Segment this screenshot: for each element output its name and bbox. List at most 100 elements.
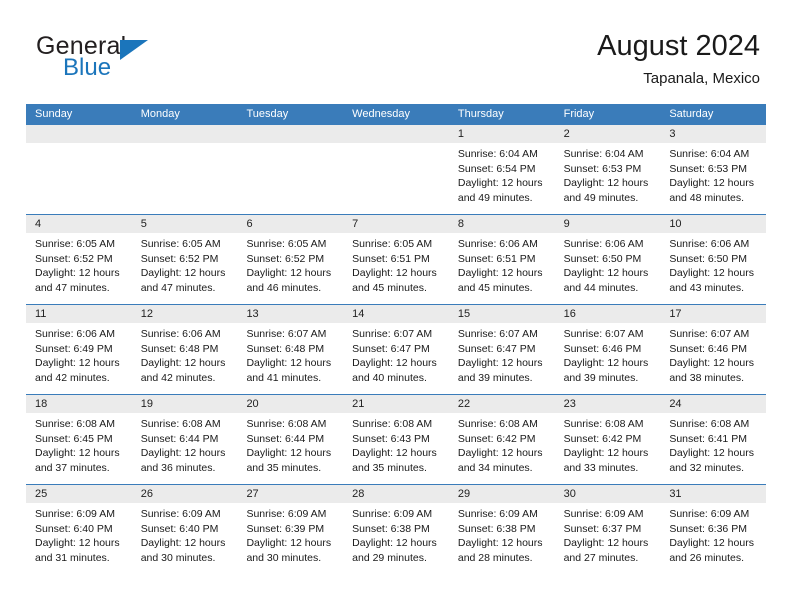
day-cell[interactable]: 7 Sunrise: 6:05 AM Sunset: 6:51 PM Daylight… <box>343 215 449 304</box>
day-cell[interactable]: 9 Sunrise: 6:06 AM Sunset: 6:50 PM Daylight… <box>554 215 661 304</box>
day-detail-line: and 49 minutes. <box>457 191 533 204</box>
day-detail-line: Sunset: 6:51 PM <box>352 252 430 265</box>
day-number: 2 <box>554 125 661 143</box>
day-number <box>237 125 344 143</box>
day-detail-line: and 41 minutes. <box>246 371 322 384</box>
day-cell[interactable]: 4 Sunrise: 6:05 AM Sunset: 6:52 PM Daylight… <box>26 215 132 304</box>
day-detail-line: Sunrise: 6:05 AM <box>352 238 433 250</box>
day-detail-line: Sunrise: 6:06 AM <box>457 238 538 250</box>
day-cell[interactable]: 1 Sunrise: 6:04 AM Sunset: 6:54 PM Daylight… <box>448 125 555 214</box>
day-number: 31 <box>660 485 767 503</box>
general-blue-logo[interactable]: General Blue <box>36 32 266 94</box>
weekday-header-saturday: Saturday <box>669 108 714 120</box>
day-cell[interactable]: 28 Sunrise: 6:09 AM Sunset: 6:38 PM Dayligh… <box>343 485 449 574</box>
day-details: Sunrise: 6:09 AM Sunset: 6:38 PM Daylight:… <box>448 503 555 573</box>
day-details: Sunrise: 6:08 AM Sunset: 6:44 PM Daylight:… <box>131 413 238 483</box>
day-number: 12 <box>131 305 238 323</box>
day-cell[interactable]: 27 Sunrise: 6:09 AM Sunset: 6:39 PM Dayligh… <box>237 485 344 574</box>
day-number: 30 <box>554 485 661 503</box>
day-detail-line: Sunrise: 6:06 AM <box>35 328 115 340</box>
day-detail-line: and 29 minutes. <box>352 551 427 564</box>
day-detail-line: Sunset: 6:42 PM <box>563 432 642 445</box>
day-cell[interactable]: 10 Sunrise: 6:06 AM Sunset: 6:50 PM Dayligh… <box>660 215 767 304</box>
day-detail-line: and 30 minutes. <box>246 551 322 564</box>
day-detail-line: Daylight: 12 hours <box>563 267 649 280</box>
day-details <box>237 143 344 213</box>
day-detail-line: and 39 minutes. <box>563 371 639 384</box>
day-details: Sunrise: 6:09 AM Sunset: 6:36 PM Daylight:… <box>660 503 767 573</box>
day-detail-line: Sunset: 6:52 PM <box>35 252 113 265</box>
weekday-header-friday: Friday <box>563 108 595 120</box>
day-cell[interactable]: 29 Sunrise: 6:09 AM Sunset: 6:38 PM Dayligh… <box>448 485 555 574</box>
day-number: 19 <box>131 395 238 413</box>
day-cell[interactable]: 5 Sunrise: 6:05 AM Sunset: 6:52 PM Daylight… <box>131 215 238 304</box>
day-details: Sunrise: 6:09 AM Sunset: 6:40 PM Daylight:… <box>26 503 132 573</box>
day-detail-line: Sunrise: 6:09 AM <box>669 508 750 520</box>
day-cell[interactable]: 18 Sunrise: 6:08 AM Sunset: 6:45 PM Dayligh… <box>26 395 132 484</box>
day-number: 23 <box>554 395 661 413</box>
day-detail-line: and 31 minutes. <box>35 551 110 564</box>
day-detail-line: Daylight: 12 hours <box>563 357 649 370</box>
day-cell[interactable]: 24 Sunrise: 6:08 AM Sunset: 6:41 PM Dayligh… <box>660 395 767 484</box>
day-detail-line: Sunset: 6:44 PM <box>246 432 325 445</box>
day-detail-line: and 45 minutes. <box>352 281 427 294</box>
day-detail-line: Sunset: 6:47 PM <box>457 342 536 355</box>
day-cell[interactable]: 31 Sunrise: 6:09 AM Sunset: 6:36 PM Dayligh… <box>660 485 767 574</box>
day-number: 6 <box>237 215 344 233</box>
day-number: 28 <box>343 485 449 503</box>
calendar-week-row: 1 Sunrise: 6:04 AM Sunset: 6:54 PM Daylight… <box>26 125 767 214</box>
day-cell[interactable]: 23 Sunrise: 6:08 AM Sunset: 6:42 PM Dayligh… <box>554 395 661 484</box>
day-cell[interactable]: 6 Sunrise: 6:05 AM Sunset: 6:52 PM Daylight… <box>237 215 344 304</box>
day-detail-line: Sunrise: 6:09 AM <box>140 508 221 520</box>
day-number: 1 <box>448 125 555 143</box>
day-cell[interactable]: 21 Sunrise: 6:08 AM Sunset: 6:43 PM Dayligh… <box>343 395 449 484</box>
day-detail-line: Sunrise: 6:08 AM <box>352 418 433 430</box>
day-detail-line: and 42 minutes. <box>140 371 216 384</box>
day-detail-line: Daylight: 12 hours <box>140 537 226 550</box>
day-details: Sunrise: 6:05 AM Sunset: 6:52 PM Daylight:… <box>237 233 344 303</box>
day-details: Sunrise: 6:09 AM Sunset: 6:38 PM Daylight:… <box>343 503 449 573</box>
day-detail-line: Sunset: 6:53 PM <box>669 162 747 175</box>
day-cell[interactable]: 14 Sunrise: 6:07 AM Sunset: 6:47 PM Dayligh… <box>343 305 449 394</box>
day-detail-line: Sunset: 6:40 PM <box>140 522 219 535</box>
day-cell[interactable]: 22 Sunrise: 6:08 AM Sunset: 6:42 PM Dayligh… <box>448 395 555 484</box>
day-detail-line: Daylight: 12 hours <box>352 447 437 460</box>
day-cell[interactable]: 20 Sunrise: 6:08 AM Sunset: 6:44 PM Dayligh… <box>237 395 344 484</box>
day-cell[interactable]: 15 Sunrise: 6:07 AM Sunset: 6:47 PM Dayligh… <box>448 305 555 394</box>
day-cell[interactable]: 13 Sunrise: 6:07 AM Sunset: 6:48 PM Dayligh… <box>237 305 344 394</box>
day-detail-line: Sunrise: 6:07 AM <box>563 328 644 340</box>
day-detail-line: Daylight: 12 hours <box>35 537 120 550</box>
calendar-week-row: 4 Sunrise: 6:05 AM Sunset: 6:52 PM Daylight… <box>26 214 767 304</box>
day-cell[interactable]: 12 Sunrise: 6:06 AM Sunset: 6:48 PM Dayligh… <box>131 305 238 394</box>
day-number: 11 <box>26 305 132 323</box>
day-details: Sunrise: 6:05 AM Sunset: 6:52 PM Daylight:… <box>26 233 132 303</box>
day-detail-line: Sunrise: 6:08 AM <box>35 418 115 430</box>
day-cell[interactable]: 3 Sunrise: 6:04 AM Sunset: 6:53 PM Daylight… <box>660 125 767 214</box>
day-detail-line: Daylight: 12 hours <box>457 177 543 190</box>
day-cell[interactable]: 8 Sunrise: 6:06 AM Sunset: 6:51 PM Daylight… <box>448 215 555 304</box>
day-cell[interactable]: 17 Sunrise: 6:07 AM Sunset: 6:46 PM Dayligh… <box>660 305 767 394</box>
day-detail-line: Sunrise: 6:08 AM <box>140 418 221 430</box>
day-details: Sunrise: 6:09 AM Sunset: 6:39 PM Daylight:… <box>237 503 344 573</box>
day-detail-line: Sunset: 6:40 PM <box>35 522 113 535</box>
day-number: 5 <box>131 215 238 233</box>
day-detail-line: Sunrise: 6:04 AM <box>669 148 750 160</box>
day-cell[interactable]: 16 Sunrise: 6:07 AM Sunset: 6:46 PM Dayligh… <box>554 305 661 394</box>
day-details: Sunrise: 6:06 AM Sunset: 6:50 PM Daylight:… <box>660 233 767 303</box>
day-detail-line: Daylight: 12 hours <box>457 357 543 370</box>
day-detail-line: Sunset: 6:43 PM <box>352 432 430 445</box>
triangle-logo-icon <box>120 40 148 60</box>
day-cell[interactable]: 25 Sunrise: 6:09 AM Sunset: 6:40 PM Dayligh… <box>26 485 132 574</box>
day-details: Sunrise: 6:06 AM Sunset: 6:48 PM Daylight:… <box>131 323 238 393</box>
day-detail-line: Sunset: 6:46 PM <box>563 342 642 355</box>
day-cell[interactable]: 2 Sunrise: 6:04 AM Sunset: 6:53 PM Daylight… <box>554 125 661 214</box>
day-cell[interactable]: 26 Sunrise: 6:09 AM Sunset: 6:40 PM Dayligh… <box>131 485 238 574</box>
day-detail-line: Sunset: 6:46 PM <box>669 342 747 355</box>
day-detail-line: and 42 minutes. <box>35 371 110 384</box>
day-detail-line: Daylight: 12 hours <box>457 267 543 280</box>
day-detail-line: Sunrise: 6:09 AM <box>352 508 433 520</box>
day-detail-line: Sunrise: 6:07 AM <box>457 328 538 340</box>
day-cell[interactable]: 19 Sunrise: 6:08 AM Sunset: 6:44 PM Dayligh… <box>131 395 238 484</box>
day-cell[interactable]: 30 Sunrise: 6:09 AM Sunset: 6:37 PM Dayligh… <box>554 485 661 574</box>
day-cell[interactable]: 11 Sunrise: 6:06 AM Sunset: 6:49 PM Dayligh… <box>26 305 132 394</box>
